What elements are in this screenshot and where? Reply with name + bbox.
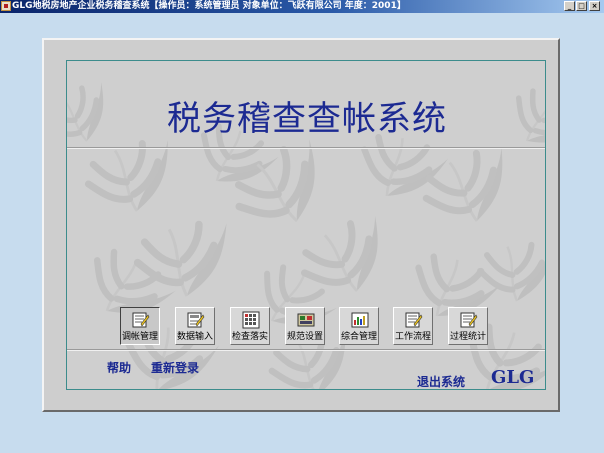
app-icon[interactable] [1, 1, 11, 11]
statistics-pen-icon [460, 312, 478, 328]
toolbar-button-comprehensive-management[interactable]: 综合管理 [339, 307, 379, 345]
data-entry-icon [187, 312, 205, 328]
close-button[interactable]: × [589, 1, 600, 11]
toolbar-button-label: 检查落实 [231, 332, 268, 342]
relogin-link[interactable]: 重新登录 [151, 359, 199, 376]
footer-divider [67, 349, 545, 351]
system-title: 税务稽查查帐系统 [167, 99, 447, 139]
toolbar-button-inspection[interactable]: 检查落实 [230, 307, 270, 345]
window-title: GLG地税房地产企业税务稽查系统【操作员：系统管理员 对象单位：飞跃有限公司 年… [12, 1, 406, 11]
toolbar-button-label: 综合管理 [340, 332, 377, 342]
settings-chip-icon [297, 313, 315, 327]
toolbar-button-process-statistics[interactable]: 过程统计 [448, 307, 488, 345]
glg-logo: GLG [491, 367, 535, 388]
minimize-button[interactable]: _ [564, 1, 575, 11]
main-panel: 税务稽查查帐系统 调帐管理 数据输入 检查落实 规范设置 综合管理 工作流程 过… [42, 38, 560, 412]
checklist-grid-icon [242, 311, 260, 329]
workflow-pen-icon [405, 312, 423, 328]
bar-chart-icon [351, 312, 369, 328]
toolbar-button-data-entry[interactable]: 数据输入 [175, 307, 215, 345]
toolbar-button-label: 工作流程 [394, 332, 431, 342]
toolbar-button-ledger-management[interactable]: 调帐管理 [120, 307, 160, 345]
toolbar-button-label: 过程统计 [449, 332, 486, 342]
toolbar-button-label: 数据输入 [176, 332, 213, 342]
header-divider [67, 147, 545, 149]
toolbar-button-standard-settings[interactable]: 规范设置 [285, 307, 325, 345]
maximize-button[interactable]: □ [576, 1, 587, 11]
toolbar-button-label: 规范设置 [286, 332, 323, 342]
ledger-pen-icon [132, 312, 150, 328]
help-link[interactable]: 帮助 [107, 359, 131, 376]
exit-link[interactable]: 退出系统 [417, 373, 465, 389]
toolbar-button-label: 调帐管理 [121, 332, 158, 342]
content-frame: 税务稽查查帐系统 调帐管理 数据输入 检查落实 规范设置 综合管理 工作流程 过… [66, 60, 546, 390]
toolbar-button-workflow[interactable]: 工作流程 [393, 307, 433, 345]
window-title-bar[interactable]: GLG地税房地产企业税务稽查系统【操作员：系统管理员 对象单位：飞跃有限公司 年… [0, 0, 604, 13]
